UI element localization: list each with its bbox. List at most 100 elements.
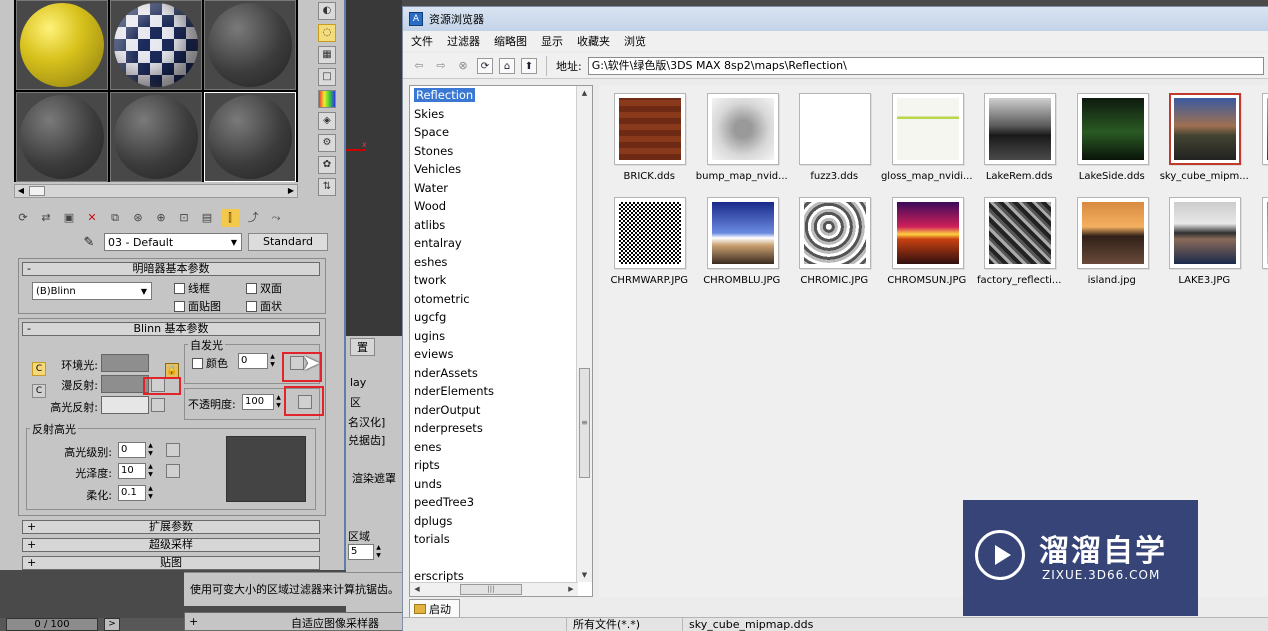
menu-filter[interactable]: 过滤器 <box>447 33 480 49</box>
blinn-rollout-header[interactable]: - Blinn 基本参数 <box>22 322 320 336</box>
folder-up-icon[interactable]: ⬆ <box>521 57 537 74</box>
tree-item[interactable]: ripts <box>410 456 592 475</box>
tree-item[interactable]: eviews <box>410 345 592 364</box>
self-illum-color-checkbox[interactable]: 颜色 <box>192 355 228 371</box>
ambient-color-swatch[interactable] <box>101 354 149 372</box>
diffuse-color-swatch[interactable] <box>101 375 149 393</box>
sample-slot[interactable] <box>110 0 202 90</box>
thumbnail-item[interactable]: CHROMBLU.JPG <box>696 197 789 301</box>
color-mode-icon[interactable]: C <box>32 362 46 376</box>
shader-rollout-header[interactable]: - 明暗器基本参数 <box>22 262 320 276</box>
tree-item[interactable]: Vehicles <box>410 160 592 179</box>
forward-arrow-icon[interactable]: ⇨ <box>433 58 449 74</box>
tree-item[interactable]: nderAssets <box>410 364 592 383</box>
eyedropper-icon[interactable]: ✎ <box>80 235 98 250</box>
chevron-down-icon[interactable]: ▼ <box>227 238 241 247</box>
refresh-icon[interactable]: ⟳ <box>477 57 493 74</box>
tree-item[interactable]: nderpresets <box>410 419 592 438</box>
thumbnail-item[interactable]: LakeSide.dds <box>1066 93 1159 197</box>
two-sided-checkbox[interactable]: 双面 <box>246 280 282 296</box>
scroll-thumb[interactable] <box>29 186 45 196</box>
uv-tiling-icon[interactable]: □ <box>318 68 336 86</box>
tree-item[interactable]: Space <box>410 123 592 142</box>
tree-vertical-scrollbar[interactable]: ▲ ≡ ▼ <box>576 86 592 582</box>
glossiness-spinner[interactable]: 10 ▲ ▼ <box>118 463 155 479</box>
tree-item[interactable]: torials <box>410 530 592 549</box>
get-material-icon[interactable]: ⟳ <box>14 209 32 227</box>
face-map-checkbox[interactable]: 面贴图 <box>174 298 221 314</box>
tree-item[interactable]: Stones <box>410 142 592 161</box>
show-end-result-icon[interactable]: ⫿ <box>221 209 239 227</box>
scroll-down-icon[interactable]: ▼ <box>577 568 592 582</box>
thumbnail-item[interactable]: LA <box>1251 197 1268 301</box>
put-to-library-icon[interactable]: ⊕ <box>152 209 170 227</box>
sample-slot[interactable] <box>16 0 108 90</box>
thumbnail-item[interactable]: bump_map_nvid... <box>696 93 789 197</box>
material-effects-icon[interactable]: ⊡ <box>175 209 193 227</box>
thumbnail-item[interactable]: factory_reflecti... <box>973 197 1066 301</box>
sample-slot[interactable] <box>204 0 296 90</box>
scroll-thumb[interactable]: ||| <box>460 584 522 595</box>
stop-icon[interactable]: ⊗ <box>455 58 471 74</box>
opacity-spinner[interactable]: 100 ▲ ▼ <box>242 394 283 410</box>
material-type-button[interactable]: Standard <box>248 233 328 251</box>
sample-slot[interactable] <box>16 92 108 182</box>
tree-item[interactable]: Skies <box>410 105 592 124</box>
show-map-icon[interactable]: ▤ <box>198 209 216 227</box>
spec-level-map-button[interactable] <box>166 443 180 457</box>
go-parent-icon[interactable]: ⤴ <box>244 209 262 227</box>
rollout-supersampling[interactable]: + 超级采样 <box>22 538 320 552</box>
tree-item[interactable]: otometric <box>410 290 592 309</box>
tree-item[interactable]: unds <box>410 475 592 494</box>
rollout-maps[interactable]: + 贴图 <box>22 556 320 570</box>
tree-item[interactable]: ugcfg <box>410 308 592 327</box>
thumbnail-item[interactable]: CHROMIC.JPG <box>788 197 881 301</box>
menu-thumbnails[interactable]: 缩略图 <box>494 33 527 49</box>
thumbnail-item[interactable]: CHROMSUN.JPG <box>881 197 974 301</box>
menu-favorites[interactable]: 收藏夹 <box>577 33 610 49</box>
time-slider[interactable]: 0 / 100 > <box>0 618 184 631</box>
go-sibling-icon[interactable]: ⤳ <box>267 209 285 227</box>
options-icon[interactable]: ⚙ <box>318 134 336 152</box>
tree-item[interactable]: eshes <box>410 253 592 272</box>
tree-item[interactable]: dplugs <box>410 512 592 531</box>
wire-checkbox[interactable]: 线框 <box>174 280 210 296</box>
background-icon[interactable]: ▦ <box>318 46 336 64</box>
title-bar[interactable]: A 资源浏览器 <box>403 7 1268 31</box>
next-frame-button[interactable]: > <box>104 618 120 631</box>
back-arrow-icon[interactable]: ⇦ <box>411 58 427 74</box>
tree-item[interactable]: Reflection <box>410 86 592 105</box>
thumbnail-item[interactable]: sky_cube_mipm... <box>1158 93 1251 197</box>
tree-item[interactable]: peedTree3 <box>410 493 592 512</box>
glossiness-map-button[interactable] <box>166 464 180 478</box>
tree-item[interactable]: Water <box>410 179 592 198</box>
rollout-adaptive-sampler[interactable]: + 自适应图像采样器 <box>184 612 406 631</box>
tree-item[interactable]: entalray <box>410 234 592 253</box>
sample-slot[interactable] <box>110 92 202 182</box>
faceted-checkbox[interactable]: 面状 <box>246 298 282 314</box>
tree-item[interactable]: enes <box>410 438 592 457</box>
thumbnail-item[interactable]: CHRMWARP.JPG <box>603 197 696 301</box>
address-input[interactable]: G:\软件\绿色版\3DS MAX 8sp2\maps\Reflection\ <box>587 56 1264 75</box>
tree-item[interactable]: ugins <box>410 327 592 346</box>
copy-material-icon[interactable]: ⧉ <box>106 209 124 227</box>
scroll-right-icon[interactable]: ▶ <box>564 583 578 596</box>
thumbnail-item[interactable]: LakeRem.dds <box>973 93 1066 197</box>
assign-material-icon[interactable]: ▣ <box>60 209 78 227</box>
scroll-up-icon[interactable]: ▲ <box>577 86 592 100</box>
tree-item[interactable]: nderOutput <box>410 401 592 420</box>
tab-start[interactable]: 启动 <box>409 599 460 617</box>
soften-spinner[interactable]: 0.1 ▲ ▼ <box>118 485 155 501</box>
material-name-field[interactable]: 03 - Default ▼ <box>104 233 242 251</box>
thumbnail-item[interactable]: LAKE3.JPG <box>1158 197 1251 301</box>
spec-level-spinner[interactable]: 0 ▲ ▼ <box>118 442 155 458</box>
make-preview-icon[interactable]: ◈ <box>318 112 336 130</box>
tree-item[interactable]: atlibs <box>410 216 592 235</box>
scroll-right-icon[interactable]: ▶ <box>285 185 297 197</box>
rollout-extended-params[interactable]: + 扩展参数 <box>22 520 320 534</box>
render-tab[interactable]: 置 <box>350 338 375 356</box>
shader-select[interactable]: (B)Blinn ▼ <box>32 282 152 300</box>
tree-item[interactable] <box>410 549 592 568</box>
filter-size-spinner[interactable]: 5 ▲ ▼ <box>348 544 383 560</box>
video-color-icon[interactable] <box>318 90 336 108</box>
